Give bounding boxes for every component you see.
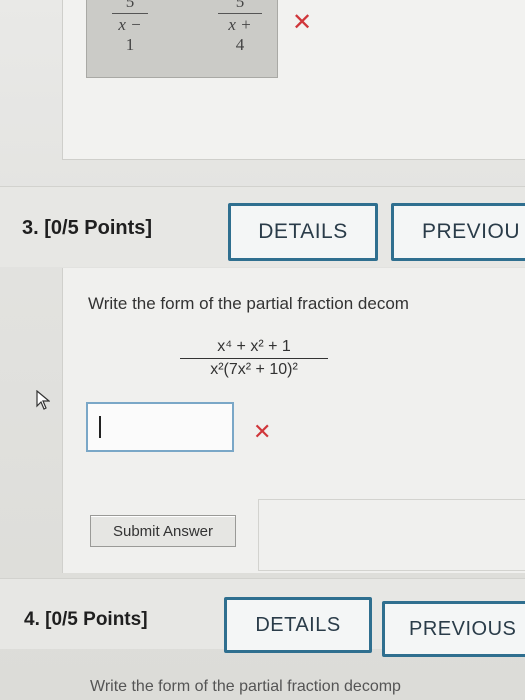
incorrect-icon: ✕ bbox=[292, 8, 313, 36]
fraction-b-numerator: 5 bbox=[235, 0, 245, 11]
question-3-expression: x⁴ + x² + 1 x²(7x² + 10)² bbox=[180, 338, 328, 379]
question-4-previous-answers-button[interactable]: PREVIOUS bbox=[382, 601, 525, 657]
expression-numerator: x⁴ + x² + 1 bbox=[217, 338, 291, 355]
mouse-cursor-icon bbox=[36, 390, 50, 410]
question-4-details-button[interactable]: DETAILS bbox=[224, 597, 372, 653]
fraction-a-denominator-top: x − bbox=[118, 15, 142, 34]
question-4-number: 4. [0/5 Points] bbox=[24, 609, 148, 630]
fraction-a-denominator-bottom: 1 bbox=[125, 35, 135, 54]
question-3-prompt: Write the form of the partial fraction d… bbox=[88, 294, 409, 313]
fraction-a-numerator: 5 bbox=[125, 0, 135, 11]
expression-denominator: x²(7x² + 10)² bbox=[210, 361, 298, 378]
question-4-prompt: Write the form of the partial fraction d… bbox=[90, 678, 401, 695]
incorrect-icon: ✕ bbox=[253, 420, 272, 445]
fraction-a-bar bbox=[112, 13, 148, 14]
submit-answer-button[interactable]: Submit Answer bbox=[90, 515, 236, 547]
fraction-b-denominator-bottom: 4 bbox=[235, 35, 245, 54]
question-3-footer-box bbox=[258, 499, 525, 571]
question-3-number: 3. [0/5 Points] bbox=[22, 217, 153, 239]
previous-fraction-a: 5 x − 1 bbox=[112, 0, 148, 55]
question-3-previous-answers-button[interactable]: PREVIOU bbox=[391, 203, 525, 261]
fraction-b-bar bbox=[218, 13, 262, 14]
previous-fraction-b: 5 x + 4 bbox=[218, 0, 262, 55]
fraction-b-denominator-top: x + bbox=[228, 15, 252, 34]
question-3-details-button[interactable]: DETAILS bbox=[228, 203, 378, 261]
text-caret bbox=[99, 416, 101, 438]
question-3-answer-input[interactable] bbox=[86, 402, 234, 452]
